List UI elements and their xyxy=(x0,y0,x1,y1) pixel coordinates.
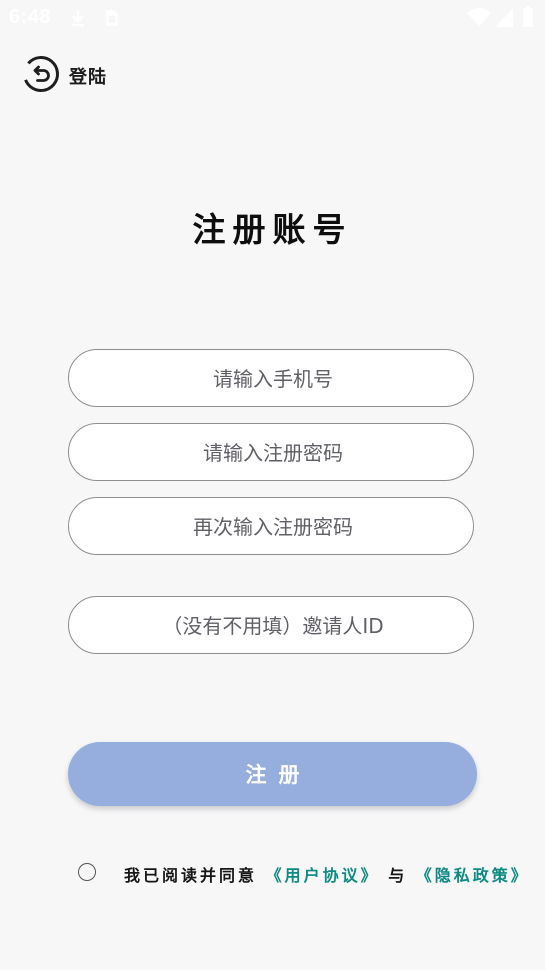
agreement-prefix: 我已阅读并同意 xyxy=(124,866,258,885)
download-icon xyxy=(72,10,84,27)
wifi-icon xyxy=(467,8,491,26)
agreement-conjunction: 与 xyxy=(388,866,408,885)
password-field[interactable] xyxy=(68,423,477,482)
back-icon[interactable] xyxy=(22,55,60,93)
agreement-text: 我已阅读并同意 《用户协议》 与 《隐私政策》 xyxy=(124,862,530,886)
status-bar: 6:48 xyxy=(0,0,545,36)
signal-icon xyxy=(495,9,513,27)
sim-card-icon xyxy=(106,10,118,26)
phone-input[interactable] xyxy=(69,350,477,408)
inviter-id-input[interactable] xyxy=(69,597,477,655)
agree-radio[interactable] xyxy=(78,863,96,881)
password-input[interactable] xyxy=(69,424,477,482)
user-agreement-link[interactable]: 《用户协议》 xyxy=(266,866,380,885)
confirm-password-input[interactable] xyxy=(69,498,477,556)
phone-field[interactable] xyxy=(68,349,477,408)
confirm-password-field[interactable] xyxy=(68,497,477,556)
battery-icon xyxy=(523,6,533,27)
register-button[interactable]: 注册 xyxy=(68,742,477,806)
back-label[interactable]: 登陆 xyxy=(69,63,107,89)
inviter-field[interactable] xyxy=(68,596,477,655)
page-title: 注册账号 xyxy=(192,210,353,249)
status-time: 6:48 xyxy=(9,6,52,28)
privacy-policy-link[interactable]: 《隐私政策》 xyxy=(416,866,530,885)
